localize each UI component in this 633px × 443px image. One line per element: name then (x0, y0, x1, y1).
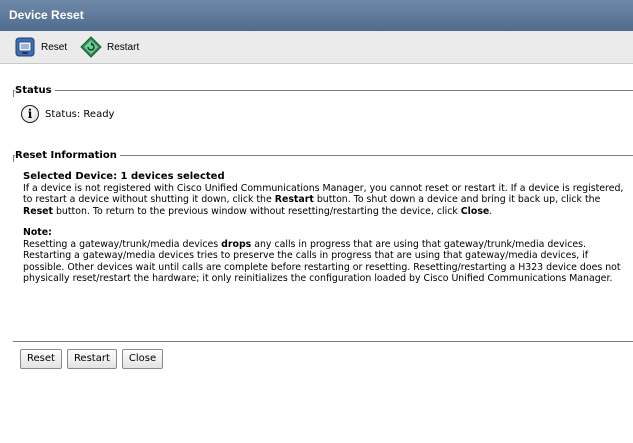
toolbar-restart-button[interactable]: Restart (80, 36, 139, 58)
reset-instructions-text: button. To shut down a device and bring … (313, 194, 601, 205)
status-legend-tick (13, 90, 14, 97)
info-icon: i (21, 105, 39, 123)
drops-keyword: drops (221, 238, 252, 250)
restart-device-icon (80, 36, 102, 58)
reset-instructions-text: . (489, 205, 493, 217)
toolbar-reset-label: Reset (41, 41, 68, 53)
status-section: Status i Status: Ready (13, 84, 633, 130)
reset-instructions-text: button. To return to the previous window… (53, 205, 461, 217)
reset-info-content: Selected Device: 1 devices selected If a… (23, 171, 630, 285)
status-legend: Status (15, 84, 55, 97)
reset-instructions: If a device is not registered with Cisco… (23, 183, 630, 218)
note-text-part: Resetting a gateway/trunk/media devices (23, 238, 222, 250)
restart-button[interactable]: Restart (66, 349, 117, 369)
bottom-divider (13, 341, 633, 342)
note-text: Resetting a gateway/trunk/media devices … (23, 239, 630, 285)
status-text: Status: Ready (45, 108, 115, 120)
toolbar-restart-label: Restart (107, 41, 140, 53)
toolbar-reset-button[interactable]: Reset (14, 36, 67, 58)
reset-device-icon (15, 37, 35, 57)
note-heading: Note: (23, 227, 52, 238)
window-title: Device Reset (0, 0, 633, 31)
reset-information-section: Reset Information Selected Device: 1 dev… (13, 149, 633, 335)
reset-legend-tick (13, 155, 14, 162)
reset-button[interactable]: Reset (20, 349, 62, 369)
restart-keyword: Restart (274, 194, 314, 205)
status-row: i Status: Ready (21, 105, 114, 123)
close-keyword: Close (460, 205, 490, 217)
toolbar: Reset Restart (0, 31, 633, 64)
selected-device-heading: Selected Device: 1 devices selected (23, 171, 225, 182)
reset-info-legend: Reset Information (15, 149, 120, 162)
close-button[interactable]: Close (121, 349, 164, 369)
action-buttons: Reset Restart Close (20, 349, 164, 369)
reset-keyword: Reset (23, 205, 53, 217)
